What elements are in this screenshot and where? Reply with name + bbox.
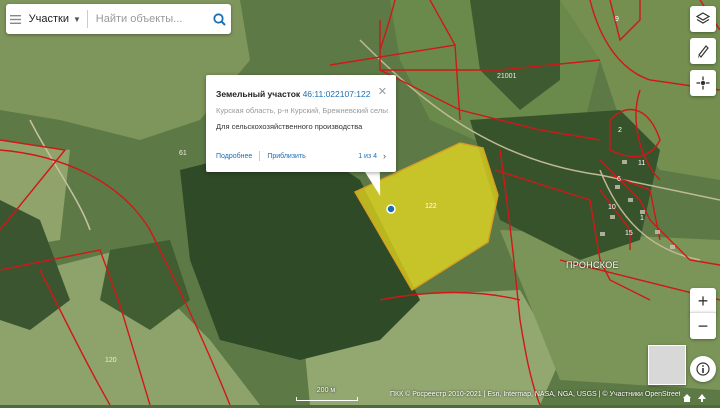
close-icon[interactable]: ✕: [378, 85, 387, 98]
parcel-label: 11: [638, 160, 646, 167]
home-icon[interactable]: [682, 390, 692, 408]
location-pin: [386, 204, 396, 214]
ruler-icon[interactable]: [690, 38, 716, 64]
divider: [86, 10, 88, 28]
settlement-label: ПРОНСКОЕ: [566, 260, 619, 270]
zoom-in-button[interactable]: +: [690, 288, 716, 314]
mini-map[interactable]: [648, 345, 686, 385]
parcel-label: 15: [625, 230, 633, 237]
parcel-popup: Земельный участок 46:11:022107:122 ✕ Кур…: [206, 75, 396, 172]
parcel-label: 120: [105, 357, 117, 364]
popup-title: Земельный участок 46:11:022107:122: [216, 89, 370, 99]
locate-icon[interactable]: [690, 70, 716, 96]
search-bar: Участки ▼: [6, 4, 231, 34]
divider: [259, 151, 261, 161]
category-label: Участки: [28, 13, 69, 25]
search-input[interactable]: [93, 12, 208, 26]
parcel-label: 10: [608, 204, 616, 211]
layers-icon[interactable]: [690, 6, 716, 32]
parcel-label: 9: [615, 16, 619, 23]
satellite-map[interactable]: [0, 0, 720, 405]
popup-actions: Подробнее Приблизить 1 из 4 ›: [216, 151, 386, 161]
cadastral-number-link[interactable]: 46:11:022107:122: [303, 89, 371, 99]
info-icon[interactable]: [690, 356, 716, 382]
chevron-right-icon[interactable]: ›: [383, 151, 386, 161]
category-dropdown[interactable]: Участки ▼: [26, 4, 87, 34]
parcel-label: 1: [640, 215, 644, 222]
pager-label: 1 из 4: [358, 152, 377, 160]
object-type: Земельный участок: [216, 89, 301, 99]
details-link[interactable]: Подробнее: [216, 153, 252, 160]
attribution: ПКК © Росреестр 2010-2021 | Esri, Interm…: [390, 391, 680, 398]
parcel-purpose: Для сельскохозяйственного производства: [216, 122, 363, 131]
parcel-label: 21001: [497, 73, 517, 80]
parcel-label: 2: [618, 127, 622, 134]
up-arrow-icon[interactable]: [697, 390, 707, 408]
menu-icon[interactable]: [6, 4, 26, 34]
parcel-address: Курская область, р-н Курский, Брежневски…: [216, 106, 388, 115]
pager: 1 из 4 ›: [358, 151, 386, 161]
zoom-out-button[interactable]: −: [690, 312, 716, 339]
zoom-to-link[interactable]: Приблизить: [267, 153, 306, 160]
parcel-label: 6: [617, 176, 621, 183]
parcel-label: 61: [179, 150, 187, 157]
parcel-label: 122: [425, 203, 437, 210]
plus-icon: +: [697, 291, 709, 311]
scale-label: 200 м: [316, 387, 336, 394]
chevron-down-icon: ▼: [72, 14, 81, 24]
search-icon[interactable]: [208, 4, 231, 34]
minus-icon: −: [697, 316, 709, 336]
scale-bar: [296, 397, 358, 401]
